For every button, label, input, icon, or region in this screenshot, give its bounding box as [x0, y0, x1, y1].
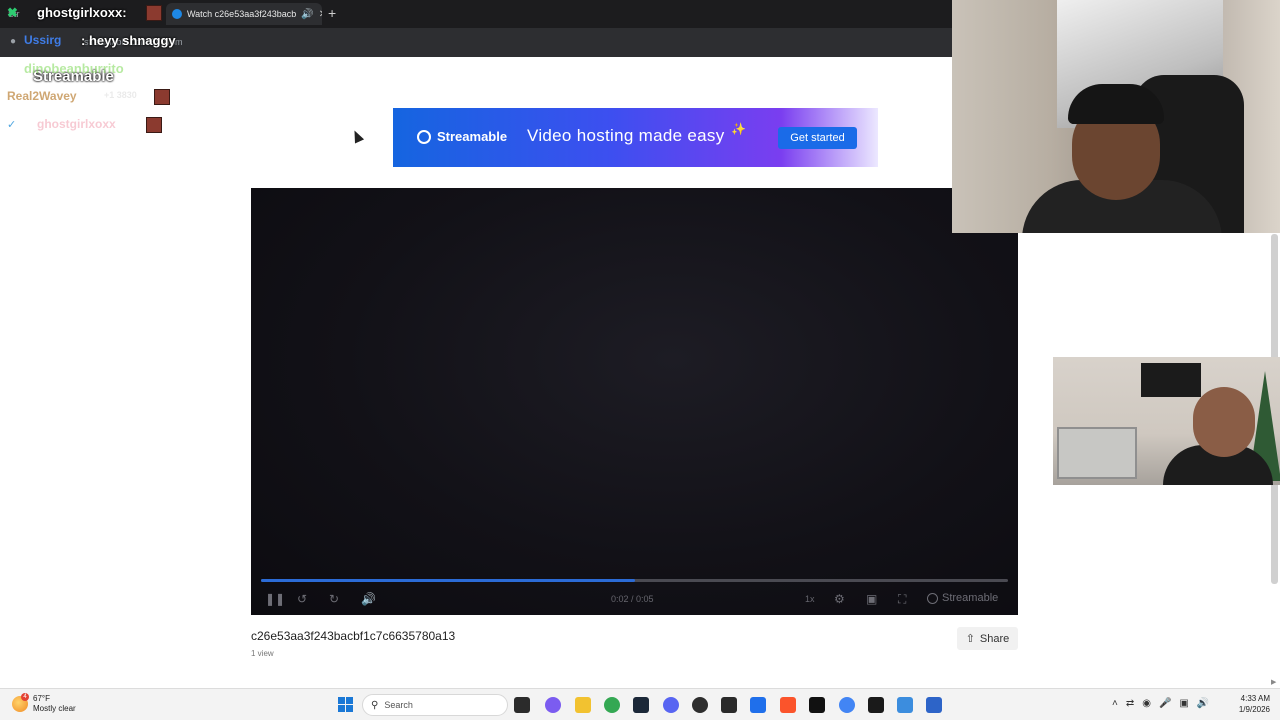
- video-player[interactable]: ❚❚ ↺ ↻ 🔊 0:02 / 0:05 1x ⚙ ▣ ⛶ Streamable: [251, 188, 1018, 615]
- system-tray[interactable]: ˄ ⇄ ◉ 🎤 ▣ 🔊: [1112, 698, 1209, 709]
- progress-bar[interactable]: [261, 579, 1008, 582]
- chat-emote-icon: [146, 117, 162, 133]
- baseball-cap: [1068, 84, 1164, 124]
- chat-username: Ussirg: [24, 33, 62, 47]
- steam-icon[interactable]: [633, 697, 649, 713]
- speaker-icon[interactable]: 🔊: [301, 9, 313, 20]
- player-brand-link[interactable]: Streamable: [927, 592, 998, 604]
- sparkle-icon: ✨: [731, 122, 746, 136]
- clock-time: 4:33 AM: [1240, 694, 1270, 703]
- share-label: Share: [979, 632, 1010, 645]
- browser-tabbar: Str Watch c26e53aa3f243bacb 🔊 ✕ +: [0, 0, 952, 28]
- taskbar-clock[interactable]: 4:33 AM 1/9/2026: [1232, 693, 1270, 715]
- progress-fill: [261, 579, 635, 582]
- windows-taskbar: 4 67°F Mostly clear ⚲ Search ˄ ⇄ ◉ 🎤 ▣ 🔊…: [0, 688, 1280, 720]
- microphone-icon[interactable]: 🎤: [1159, 698, 1171, 709]
- weather-desc: Mostly clear: [33, 704, 76, 713]
- scroll-arrow-icon[interactable]: ▶: [1271, 678, 1278, 686]
- pet-cage: [1057, 427, 1137, 479]
- banner-tagline: Video hosting made easy: [527, 126, 725, 145]
- display-icon[interactable]: ▣: [1179, 698, 1188, 709]
- site-info-icon[interactable]: ●: [10, 36, 16, 47]
- fullscreen-icon[interactable]: ⛶: [898, 592, 906, 606]
- streamable-logo-icon: [417, 129, 431, 144]
- streamable-favicon-icon: [172, 9, 182, 19]
- copilot-icon[interactable]: [545, 697, 561, 713]
- chevron-up-icon[interactable]: ˄: [1112, 698, 1118, 709]
- brave-icon[interactable]: [780, 697, 796, 713]
- chat-message: : heyy shnaggy: [81, 33, 176, 48]
- share-icon: ⇧: [965, 633, 975, 645]
- app-icon[interactable]: [897, 697, 913, 713]
- chat-username: ghostgirlxoxx:: [37, 5, 127, 20]
- chrome-profile-icon[interactable]: [839, 697, 855, 713]
- notepad-icon[interactable]: [809, 697, 825, 713]
- chat-emote-icon: [154, 89, 170, 105]
- chat-message: +1 3830: [104, 90, 137, 100]
- guest-face: [1193, 387, 1255, 457]
- weather-temp: 67°F: [33, 694, 50, 703]
- search-placeholder: Search: [384, 700, 413, 710]
- share-button[interactable]: ⇧ Share: [957, 627, 1018, 650]
- clock-date: 1/9/2026: [1238, 705, 1270, 714]
- picture-in-picture-icon[interactable]: ▣: [866, 592, 877, 606]
- settings-gear-icon[interactable]: ⚙: [834, 592, 845, 606]
- terminal-icon[interactable]: [868, 697, 884, 713]
- forward-icon[interactable]: ↻: [329, 592, 339, 606]
- close-tab-icon[interactable]: ✕: [319, 9, 322, 20]
- weather-widget[interactable]: 4 67°F Mostly clear: [12, 693, 76, 714]
- powershell-icon[interactable]: [750, 697, 766, 713]
- rewind-icon[interactable]: ↺: [297, 592, 307, 606]
- playback-time: 0:02 / 0:05: [611, 594, 654, 604]
- notification-badge: 4: [21, 693, 29, 701]
- file-explorer-icon[interactable]: [575, 697, 591, 713]
- app-icon[interactable]: [926, 697, 942, 713]
- player-brand-label: Streamable: [942, 592, 999, 604]
- weather-moon-icon: 4: [12, 693, 29, 712]
- discord-icon[interactable]: [663, 697, 679, 713]
- view-count: 1 view: [251, 649, 274, 658]
- wall-tv: [1141, 363, 1201, 397]
- streamable-logo-icon: [927, 592, 938, 604]
- webcam-main: [952, 0, 1280, 233]
- video-title: c26e53aa3f243bacbf1c7c6635780a13: [251, 629, 456, 643]
- speed-button[interactable]: 1x: [805, 594, 815, 604]
- banner-logo: Streamable: [417, 129, 507, 144]
- volume-icon[interactable]: 🔊: [361, 592, 376, 606]
- search-icon: ⚲: [371, 699, 379, 711]
- webcam-secondary: [1053, 357, 1280, 485]
- chat-username: Real2Wavey: [7, 89, 77, 103]
- chat-emote-icon: [146, 5, 162, 21]
- chat-username: dinobeanburrito: [24, 61, 124, 76]
- new-tab-icon[interactable]: +: [328, 5, 336, 21]
- volume-icon[interactable]: 🔊: [1197, 698, 1209, 709]
- network-share-icon[interactable]: ⇄: [1126, 698, 1134, 709]
- chat-pin-icon: ✓: [7, 119, 17, 131]
- start-button[interactable]: [338, 697, 353, 712]
- tab-label: Watch c26e53aa3f243bacb: [187, 9, 297, 19]
- app-icon[interactable]: [721, 697, 737, 713]
- chat-badge-icon: ✖: [7, 5, 18, 20]
- tab-watch-video[interactable]: Watch c26e53aa3f243bacb 🔊 ✕: [166, 3, 322, 25]
- get-started-button[interactable]: Get started: [778, 127, 857, 149]
- task-view-icon[interactable]: [514, 697, 530, 713]
- security-icon[interactable]: ◉: [1142, 698, 1151, 709]
- banner-brand: Streamable: [437, 129, 508, 144]
- taskbar-search[interactable]: ⚲ Search: [362, 694, 508, 716]
- promo-banner[interactable]: Streamable Video hosting made easy ✨ Get…: [393, 108, 878, 167]
- pause-icon[interactable]: ❚❚: [265, 592, 285, 606]
- chat-username: ghostgirlxoxx: [37, 117, 116, 131]
- obs-icon[interactable]: [692, 697, 708, 713]
- chrome-icon[interactable]: [604, 697, 620, 713]
